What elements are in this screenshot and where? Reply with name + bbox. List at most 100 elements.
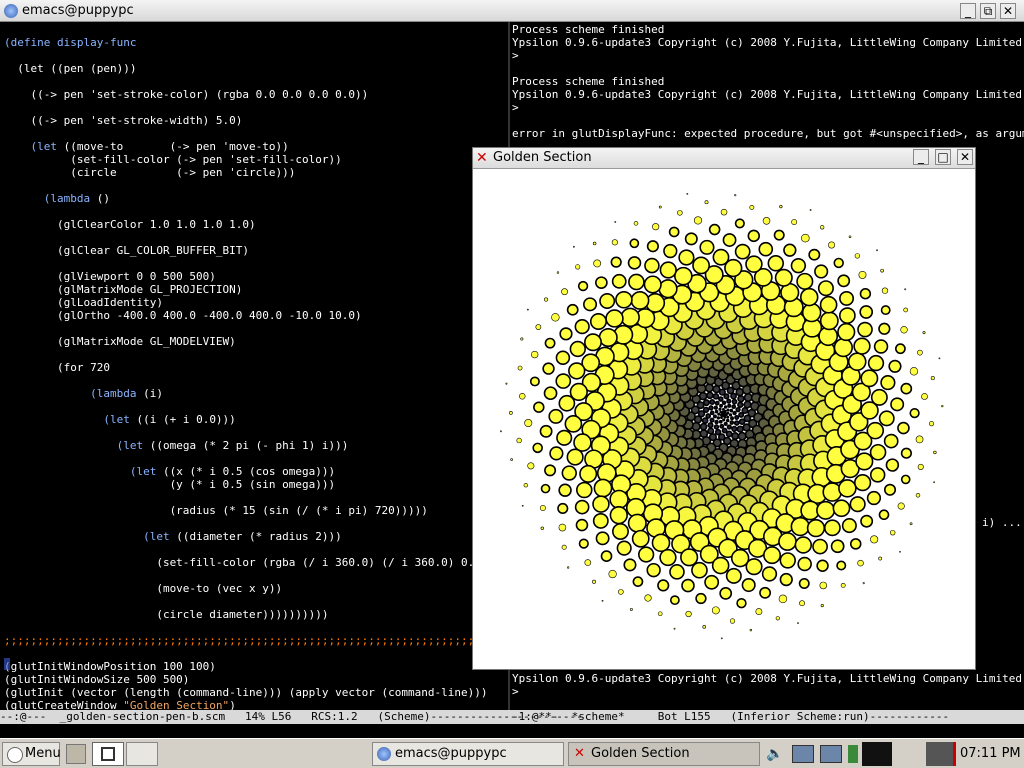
spiral-dot: [801, 302, 822, 323]
spiral-dot: [729, 618, 736, 624]
spiral-dot: [556, 271, 560, 274]
spiral-dot: [735, 406, 741, 413]
spiral-dot: [860, 369, 879, 388]
battery-icon[interactable]: [848, 745, 858, 763]
spiral-dot: [578, 538, 589, 549]
spiral-dot: [595, 531, 610, 546]
x11-icon: ✕: [476, 150, 488, 166]
repl-line: Process scheme finished: [512, 75, 665, 88]
spiral-dot: [611, 239, 618, 246]
spiral-dot: [608, 569, 617, 579]
spiral-dot: [809, 209, 812, 211]
spiral-dot: [600, 550, 613, 562]
code-token: ((-> pen 'set-stroke-width) 5.0): [4, 114, 243, 127]
spiral-dot: [530, 350, 539, 359]
network-icon-2[interactable]: [820, 745, 842, 763]
spiral-dot: [915, 435, 924, 444]
spiral-dot: [880, 305, 891, 316]
spiral-dot: [933, 450, 937, 455]
spiral-dot: [712, 393, 720, 400]
spiral-dot: [657, 611, 663, 617]
spiral-dot: [646, 562, 661, 578]
network-icon[interactable]: [792, 745, 814, 763]
volume-icon[interactable]: 🔈: [766, 746, 783, 762]
code-line: (radius (* 15 (sin (/ (* i pi) 720))))): [4, 504, 508, 517]
code-token: (y (* i 0.5 (sin omega))): [4, 478, 336, 491]
emacs-minimize-button[interactable]: _: [960, 3, 976, 19]
spiral-dot: [857, 559, 864, 567]
spiral-dot: [599, 293, 616, 310]
emacs-close-button[interactable]: ✕: [1000, 3, 1016, 19]
spiral-dot: [598, 327, 618, 348]
spiral-dot: [734, 218, 745, 229]
spiral-dot: [616, 540, 632, 556]
spiral-dot: [721, 407, 725, 411]
code-editor-pane[interactable]: (define display-func (let ((pen (pen))) …: [0, 22, 508, 710]
spiral-dot: [725, 567, 742, 584]
spiral-dot: [873, 339, 889, 354]
minibuffer[interactable]: [0, 724, 1024, 738]
spiral-dot: [592, 579, 597, 584]
spiral-dot: [854, 253, 861, 259]
workspace-2[interactable]: [126, 742, 158, 766]
code-line: ((-> pen 'set-stroke-color) (rgba 0.0 0.…: [4, 88, 508, 101]
spiral-dot: [839, 307, 856, 324]
emacs-maximize-button[interactable]: ⧉: [980, 3, 996, 19]
spiral-dot: [523, 483, 528, 488]
golden-minimize-button[interactable]: _: [913, 149, 929, 165]
code-token: ((diameter (* radius 2))): [169, 530, 342, 543]
task-golden-section[interactable]: ✕ Golden Section: [568, 742, 760, 766]
spiral-dot: [632, 576, 644, 588]
spiral-dot: [860, 514, 874, 528]
golden-close-button[interactable]: ✕: [957, 149, 973, 165]
spiral-dot: [745, 558, 763, 576]
golden-maximize-button[interactable]: □: [935, 149, 951, 165]
spiral-dot: [847, 352, 867, 371]
spiral-dot: [747, 229, 761, 243]
spiral-dot: [858, 270, 867, 279]
code-token: (glOrtho -400.0 400.0 -400.0 400.0 -10.0…: [4, 309, 362, 322]
spiral-dot: [659, 261, 677, 279]
spiral-dot: [921, 393, 928, 400]
emacs-titlebar[interactable]: emacs@puppypc _ ⧉ ✕: [0, 0, 1024, 22]
spiral-dot: [773, 229, 785, 241]
golden-section-window[interactable]: ✕ Golden Section _ □ ✕: [472, 147, 976, 670]
spiral-dot: [778, 532, 797, 551]
spiral-dot: [883, 483, 897, 496]
repl-line: Ypsilon 0.9.6-update3 Copyright (c) 2008…: [512, 88, 1024, 101]
code-token: (let ((pen (pen))): [17, 62, 137, 75]
spiral-dot: [544, 464, 557, 477]
code-token: (glutInitWindowSize 500 500): [4, 673, 190, 686]
spiral-dot: [745, 255, 763, 273]
spiral-dot: [709, 417, 715, 423]
spiral-dot: [722, 414, 725, 418]
code-token: (move-to (vec x y)): [4, 582, 283, 595]
code-token: (glClearColor 1.0 1.0 1.0 1.0): [4, 218, 256, 231]
spiral-dot: [741, 578, 756, 593]
spiral-dot: [734, 194, 737, 197]
spiral-dot: [933, 481, 936, 484]
spiral-dot: [593, 259, 602, 268]
task-emacs[interactable]: emacs@puppypc: [372, 742, 564, 766]
spiral-dot: [540, 483, 551, 494]
emacs-app-icon: [4, 4, 18, 18]
workspace-1[interactable]: [92, 742, 124, 766]
spiral-dot: [816, 500, 836, 520]
spiral-dot: [509, 411, 513, 415]
repl-line: >: [512, 685, 519, 698]
spiral-dot: [533, 401, 545, 413]
spiral-dot: [900, 447, 912, 459]
clock[interactable]: 07:11 PM: [960, 746, 1021, 761]
taskbar: Menu emacs@puppypc ✕ Golden Section 🔈 07…: [0, 738, 1024, 768]
golden-titlebar[interactable]: ✕ Golden Section _ □ ✕: [473, 148, 975, 169]
spiral-dot: [723, 409, 727, 413]
start-menu-button[interactable]: Menu: [2, 742, 61, 766]
spiral-dot: [728, 413, 733, 417]
trash-icon[interactable]: [66, 744, 86, 764]
